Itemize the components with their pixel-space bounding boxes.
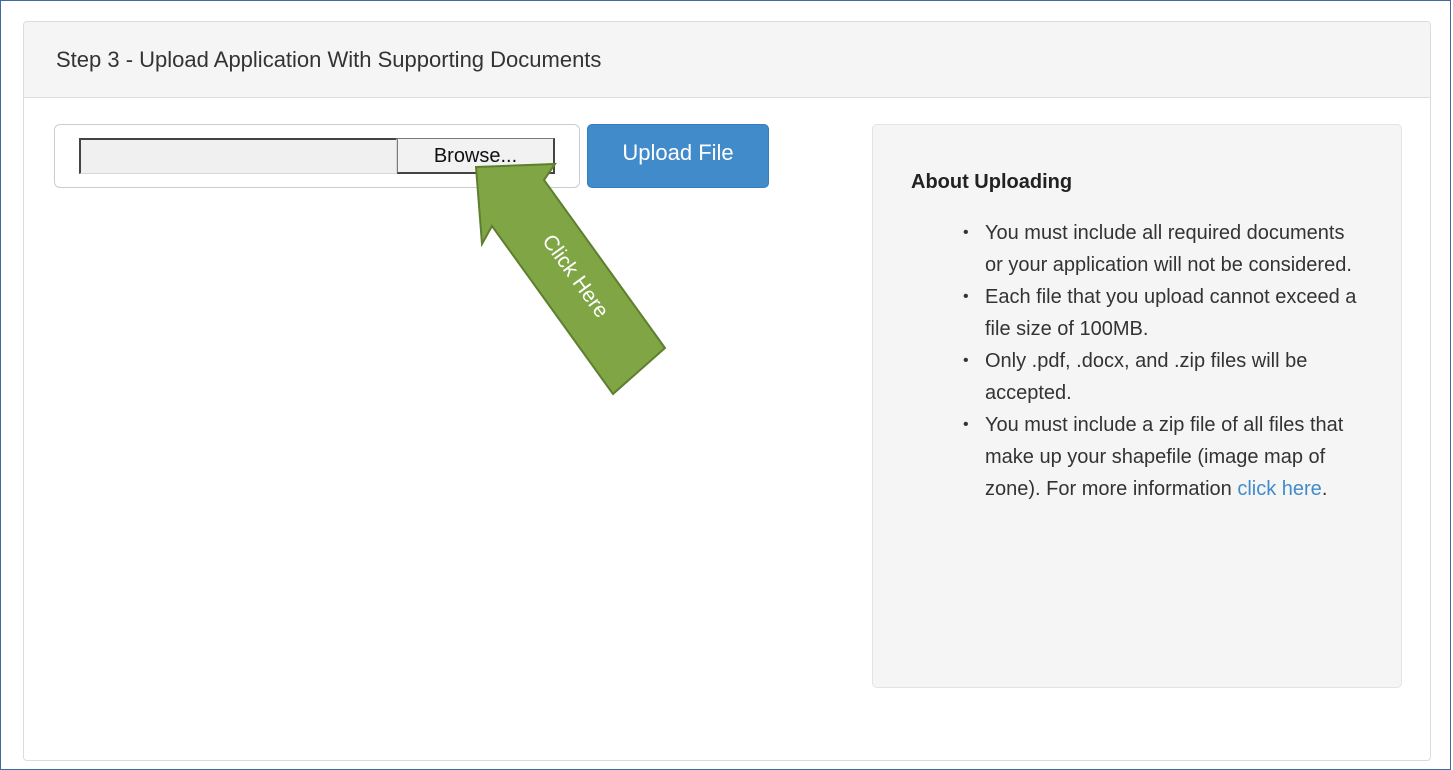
list-item: Each file that you upload cannot exceed … xyxy=(963,281,1363,345)
list-item: You must include all required documents … xyxy=(963,217,1363,281)
panel-header: Step 3 - Upload Application With Support… xyxy=(24,22,1430,98)
about-uploading-title: About Uploading xyxy=(911,171,1073,193)
list-item-text: You must include all required documents … xyxy=(985,222,1352,276)
list-item-text: Only .pdf, .docx, and .zip files will be… xyxy=(985,350,1308,404)
list-item: You must include a zip file of all files… xyxy=(963,409,1363,505)
about-uploading-list: You must include all required documents … xyxy=(963,217,1363,505)
link-suffix: . xyxy=(1321,478,1328,500)
file-path-field[interactable] xyxy=(79,138,397,174)
upload-panel: Step 3 - Upload Application With Support… xyxy=(23,21,1431,761)
about-uploading-well: About Uploading You must include all req… xyxy=(872,124,1402,688)
panel-title: Step 3 - Upload Application With Support… xyxy=(56,46,602,72)
click-here-arrow: Click Here xyxy=(474,162,667,396)
shapefile-info-link[interactable]: click here xyxy=(1237,478,1321,500)
list-item-text: Each file that you upload cannot exceed … xyxy=(985,286,1357,340)
list-item: Only .pdf, .docx, and .zip files will be… xyxy=(963,345,1363,409)
